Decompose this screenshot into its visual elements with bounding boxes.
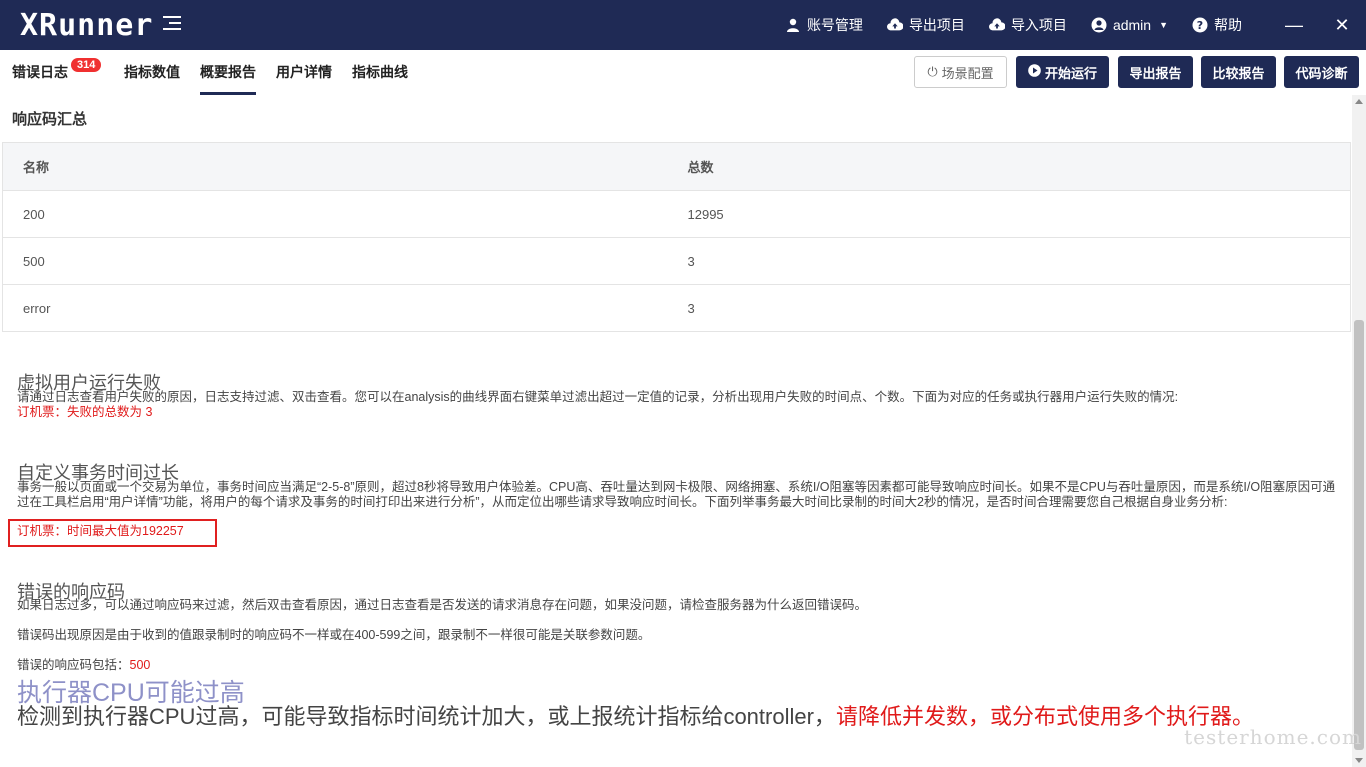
- play-icon: [1028, 64, 1041, 80]
- user-menu[interactable]: admin ▼: [1091, 17, 1168, 33]
- cpu-high-text: 检测到执行器CPU过高，可能导致指标时间统计加大，或上报统计指标给control…: [17, 703, 1337, 731]
- table-row[interactable]: 200 12995: [2, 190, 1351, 238]
- tab-metric-curves[interactable]: 指标曲线: [352, 62, 408, 82]
- user-circle-icon: [1091, 17, 1107, 33]
- cell-total: 12995: [667, 190, 1351, 238]
- minimize-button[interactable]: —: [1270, 0, 1318, 50]
- scene-config-label: 场景配置: [941, 65, 994, 81]
- cell-name: error: [2, 284, 668, 332]
- tab-user-details[interactable]: 用户详情: [276, 62, 332, 82]
- user-icon: [785, 17, 801, 33]
- cloud-upload-icon: [886, 17, 903, 33]
- close-button[interactable]: ✕: [1318, 0, 1366, 50]
- export-report-button[interactable]: 导出报告: [1118, 56, 1193, 88]
- help-label: 帮助: [1214, 17, 1242, 33]
- table-header-row: 名称 总数: [2, 142, 1351, 191]
- account-menu[interactable]: 账号管理: [785, 15, 863, 35]
- table-row[interactable]: 500 3: [2, 237, 1351, 285]
- highlight-box: [8, 519, 217, 547]
- tab-metric-values[interactable]: 指标数值: [124, 62, 180, 82]
- code-diagnose-button[interactable]: 代码诊断: [1284, 56, 1359, 88]
- top-bar: XRunner 账号管理 导出项目 导入项目 admin ▼ ? 帮助 — ✕: [0, 0, 1366, 50]
- scroll-down-arrow-icon[interactable]: [1355, 758, 1363, 763]
- cell-total: 3: [667, 284, 1351, 332]
- app-logo: XRunner: [20, 8, 154, 43]
- export-project-button[interactable]: 导出项目: [886, 15, 965, 35]
- error-codes-include-value: 500: [129, 658, 151, 672]
- top-actions: 账号管理 导出项目 导入项目 admin ▼ ? 帮助 — ✕: [785, 0, 1366, 50]
- tab-summary-report[interactable]: 概要报告: [200, 62, 256, 95]
- user-name: admin: [1112, 17, 1152, 33]
- error-codes-include-label: 错误的响应码包括：: [17, 658, 130, 672]
- account-label: 账号管理: [806, 17, 863, 33]
- help-icon: ?: [1192, 17, 1208, 33]
- scrollbar-thumb[interactable]: [1354, 320, 1364, 750]
- report-content[interactable]: 响应码汇总 名称 总数 200 12995 500 3 error 3 虚拟用户…: [0, 95, 1352, 767]
- cpu-high-desc: 检测到执行器CPU过高，可能导致指标时间统计加大，或上报统计指标给control…: [17, 704, 836, 729]
- svg-text:?: ?: [1197, 19, 1203, 32]
- watermark: testerhome.com: [1184, 725, 1362, 749]
- help-button[interactable]: ? 帮助: [1192, 15, 1242, 35]
- column-header-name: 名称: [2, 142, 668, 191]
- start-run-label: 开始运行: [1044, 65, 1097, 81]
- error-codes-include: 错误的响应码包括：500: [17, 658, 1337, 673]
- error-codes-desc1: 如果日志过多，可以通过响应码来过滤，然后双击查看原因，通过日志查看是否发送的请求…: [17, 598, 868, 612]
- cell-total: 3: [667, 237, 1351, 285]
- vertical-scrollbar[interactable]: [1352, 95, 1366, 767]
- error-count-badge: 314: [71, 58, 102, 72]
- cloud-upload-icon: [988, 17, 1005, 33]
- response-summary-title: 响应码汇总: [12, 111, 88, 128]
- import-project-button[interactable]: 导入项目: [988, 15, 1067, 35]
- scene-config-button[interactable]: ⏻ 场景配置: [914, 56, 1007, 88]
- response-code-table: 名称 总数 200 12995 500 3 error 3: [2, 142, 1351, 332]
- export-project-label: 导出项目: [908, 17, 965, 33]
- vuser-fail-result: 订机票：失败的总数为 3: [17, 405, 153, 419]
- tab-error-log[interactable]: 错误日志: [12, 62, 68, 82]
- caret-down-icon: ▼: [1159, 20, 1168, 30]
- menu-toggle-icon[interactable]: [163, 16, 181, 34]
- vuser-fail-desc: 请通过日志查看用户失败的原因，日志支持过滤、双击查看。您可以在analysis的…: [17, 390, 1179, 404]
- table-row[interactable]: error 3: [2, 284, 1351, 332]
- import-project-label: 导入项目: [1010, 17, 1067, 33]
- error-codes-desc2: 错误码出现原因是由于收到的值跟录制时的响应码不一样或在400-599之间，跟录制…: [17, 628, 651, 642]
- compare-report-button[interactable]: 比较报告: [1201, 56, 1276, 88]
- cell-name: 200: [2, 190, 668, 238]
- txn-time-desc: 事务一般以页面或一个交易为单位，事务时间应当满足“2-5-8”原则，超过8秒将导…: [17, 480, 1336, 509]
- power-icon: ⏻: [927, 64, 938, 79]
- cell-name: 500: [2, 237, 668, 285]
- column-header-total: 总数: [667, 142, 1351, 191]
- start-run-button[interactable]: 开始运行: [1016, 56, 1109, 88]
- scroll-up-arrow-icon[interactable]: [1355, 99, 1363, 104]
